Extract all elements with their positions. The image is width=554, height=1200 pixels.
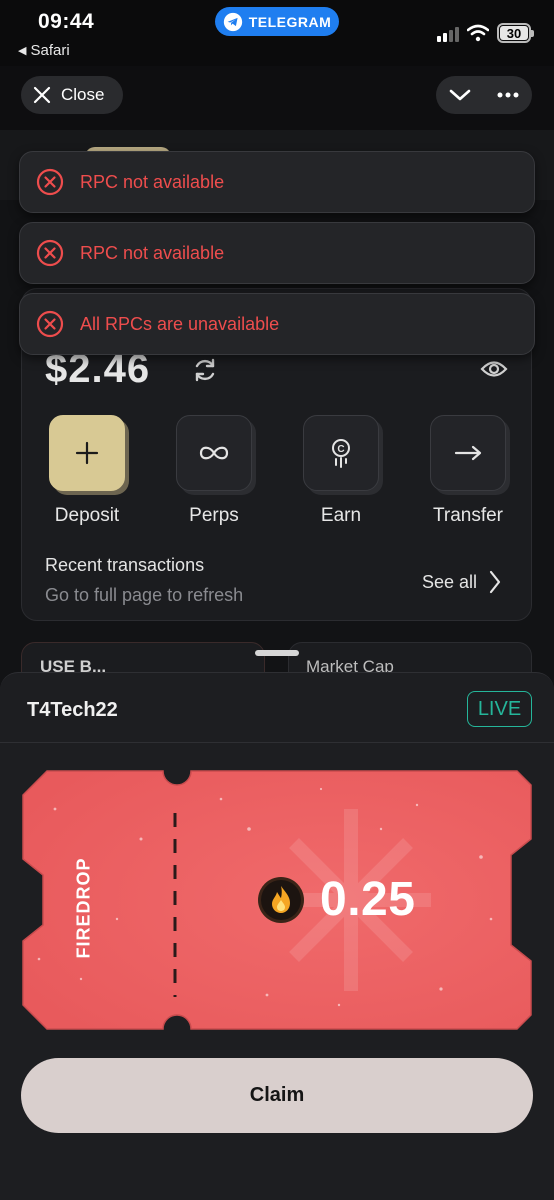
error-circle-x-icon bbox=[36, 310, 64, 338]
close-icon bbox=[33, 86, 51, 104]
transfer-action[interactable]: Transfer bbox=[413, 415, 523, 527]
svg-text:C: C bbox=[337, 444, 344, 455]
chevron-down-icon[interactable] bbox=[449, 88, 471, 102]
transfer-button[interactable] bbox=[430, 415, 506, 491]
wifi-icon bbox=[467, 24, 489, 42]
sheet-divider bbox=[0, 742, 554, 743]
earn-label: Earn bbox=[320, 505, 362, 526]
telegram-icon bbox=[223, 12, 242, 31]
infinity-icon bbox=[199, 446, 229, 460]
toast-message: RPC not available bbox=[80, 242, 225, 263]
more-options-icon[interactable] bbox=[497, 92, 519, 98]
recent-transactions-title: Recent transactions bbox=[45, 555, 205, 575]
status-time: 09:44 bbox=[38, 10, 95, 33]
perps-label: Perps bbox=[189, 505, 239, 526]
deposit-action[interactable]: Deposit bbox=[32, 415, 142, 527]
see-all-link[interactable]: See all bbox=[422, 570, 503, 594]
error-toast[interactable]: All RPCs are unavailable bbox=[19, 293, 535, 355]
back-app-label: Safari bbox=[30, 42, 70, 59]
back-triangle-icon: ◀ bbox=[18, 45, 27, 57]
telegram-pill-label: TELEGRAM bbox=[248, 13, 332, 30]
error-circle-x-icon bbox=[36, 239, 64, 267]
deposit-button[interactable] bbox=[49, 415, 125, 491]
live-badge: LIVE bbox=[467, 691, 532, 727]
sheet-grabber[interactable] bbox=[255, 650, 299, 656]
recent-transactions-subtitle: Go to full page to refresh bbox=[45, 585, 244, 605]
close-button[interactable]: Close bbox=[21, 76, 123, 114]
error-toast[interactable]: RPC not available bbox=[19, 151, 535, 213]
ticket-amount: 0.25 bbox=[320, 873, 416, 926]
error-circle-x-icon bbox=[36, 168, 64, 196]
perps-action[interactable]: Perps bbox=[159, 415, 269, 527]
eye-icon[interactable] bbox=[480, 359, 508, 379]
deposit-label: Deposit bbox=[54, 505, 120, 526]
claim-button[interactable]: Claim bbox=[21, 1058, 533, 1133]
toast-message: All RPCs are unavailable bbox=[80, 313, 280, 334]
see-all-label: See all bbox=[422, 571, 478, 592]
back-to-safari[interactable]: ◀ Safari bbox=[18, 42, 70, 59]
sheet-title: T4Tech22 bbox=[27, 699, 118, 721]
refresh-icon[interactable] bbox=[192, 357, 218, 383]
error-toast[interactable]: RPC not available bbox=[19, 222, 535, 284]
toast-message: RPC not available bbox=[80, 171, 225, 192]
cellular-signal-icon bbox=[437, 27, 459, 42]
plus-icon bbox=[75, 441, 99, 465]
close-label: Close bbox=[61, 85, 105, 104]
ticket-label: FIREDROP bbox=[73, 857, 94, 959]
miniapp-header: Close bbox=[0, 66, 554, 130]
battery-level: 30 bbox=[506, 25, 522, 41]
transfer-label: Transfer bbox=[432, 505, 504, 526]
status-bar: 09:44 ◀ Safari TELEGRAM 30 bbox=[0, 0, 554, 66]
earn-button[interactable]: C bbox=[303, 415, 379, 491]
perps-button[interactable] bbox=[176, 415, 252, 491]
telegram-pill[interactable]: TELEGRAM bbox=[215, 7, 339, 36]
chevron-right-icon bbox=[489, 570, 501, 594]
arrow-right-icon bbox=[454, 445, 482, 461]
earn-action[interactable]: C Earn bbox=[286, 415, 396, 527]
header-menu-group bbox=[436, 76, 532, 114]
battery-indicator: 30 bbox=[497, 23, 534, 43]
coin-stack-icon: C bbox=[332, 439, 350, 468]
flame-coin-icon bbox=[258, 877, 304, 923]
